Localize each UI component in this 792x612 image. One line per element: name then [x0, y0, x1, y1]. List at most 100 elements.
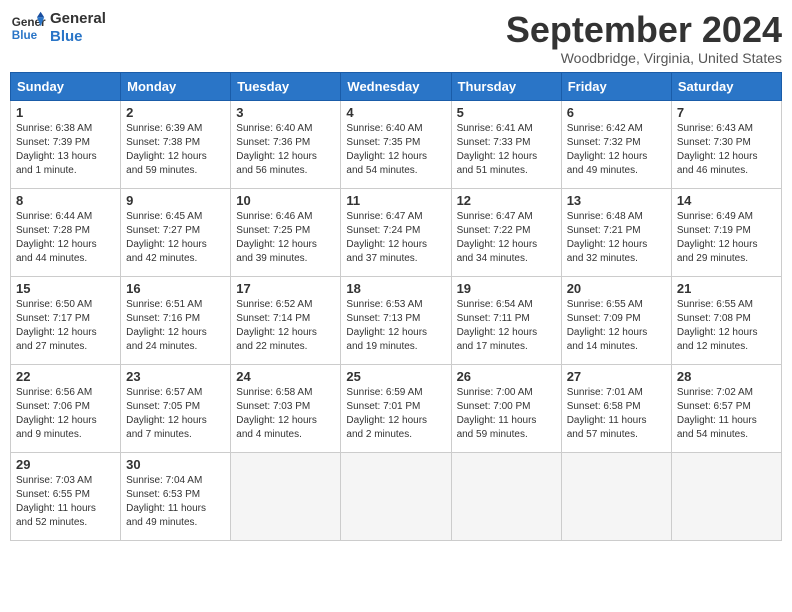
day-number: 5	[457, 105, 556, 120]
day-info: Sunrise: 6:54 AM Sunset: 7:11 PM Dayligh…	[457, 298, 556, 354]
day-cell-27: 27 Sunrise: 7:01 AM Sunset: 6:58 PM Dayli…	[561, 364, 671, 452]
empty-cell	[561, 452, 671, 540]
day-number: 30	[126, 457, 225, 472]
day-info: Sunrise: 6:56 AM Sunset: 7:06 PM Dayligh…	[16, 386, 115, 442]
day-cell-12: 12 Sunrise: 6:47 AM Sunset: 7:22 PM Dayli…	[451, 188, 561, 276]
day-number: 10	[236, 193, 335, 208]
calendar-week-2: 8 Sunrise: 6:44 AM Sunset: 7:28 PM Daylig…	[11, 188, 782, 276]
day-cell-18: 18 Sunrise: 6:53 AM Sunset: 7:13 PM Dayli…	[341, 276, 451, 364]
day-info: Sunrise: 6:39 AM Sunset: 7:38 PM Dayligh…	[126, 122, 225, 178]
day-info: Sunrise: 6:57 AM Sunset: 7:05 PM Dayligh…	[126, 386, 225, 442]
empty-cell	[231, 452, 341, 540]
day-number: 11	[346, 193, 445, 208]
day-info: Sunrise: 6:55 AM Sunset: 7:08 PM Dayligh…	[677, 298, 776, 354]
day-info: Sunrise: 6:45 AM Sunset: 7:27 PM Dayligh…	[126, 210, 225, 266]
title-block: September 2024 Woodbridge, Virginia, Uni…	[506, 10, 782, 66]
day-number: 6	[567, 105, 666, 120]
calendar-week-3: 15Sunrise: 6:50 AM Sunset: 7:17 PM Dayli…	[11, 276, 782, 364]
day-number: 12	[457, 193, 556, 208]
empty-cell	[341, 452, 451, 540]
day-cell-19: 19Sunrise: 6:54 AM Sunset: 7:11 PM Dayli…	[451, 276, 561, 364]
day-info: Sunrise: 6:42 AM Sunset: 7:32 PM Dayligh…	[567, 122, 666, 178]
day-cell-30: 30 Sunrise: 7:04 AM Sunset: 6:53 PM Dayli…	[121, 452, 231, 540]
day-cell-2: 2 Sunrise: 6:39 AM Sunset: 7:38 PM Daylig…	[121, 100, 231, 188]
logo: General Blue General Blue	[10, 10, 106, 46]
day-cell-13: 13Sunrise: 6:48 AM Sunset: 7:21 PM Dayli…	[561, 188, 671, 276]
day-number: 2	[126, 105, 225, 120]
svg-text:Blue: Blue	[12, 29, 38, 42]
calendar-week-1: 1 Sunrise: 6:38 AM Sunset: 7:39 PM Daylig…	[11, 100, 782, 188]
day-number: 27	[567, 369, 666, 384]
day-cell-24: 24 Sunrise: 6:58 AM Sunset: 7:03 PM Dayli…	[231, 364, 341, 452]
day-cell-14: 14Sunrise: 6:49 AM Sunset: 7:19 PM Dayli…	[671, 188, 781, 276]
day-cell-1: 1 Sunrise: 6:38 AM Sunset: 7:39 PM Daylig…	[11, 100, 121, 188]
logo-icon: General Blue	[10, 10, 46, 46]
header-friday: Friday	[561, 72, 671, 100]
day-info: Sunrise: 6:40 AM Sunset: 7:36 PM Dayligh…	[236, 122, 335, 178]
day-number: 3	[236, 105, 335, 120]
day-number: 28	[677, 369, 776, 384]
day-cell-8: 8 Sunrise: 6:44 AM Sunset: 7:28 PM Daylig…	[11, 188, 121, 276]
calendar-week-4: 22 Sunrise: 6:56 AM Sunset: 7:06 PM Dayli…	[11, 364, 782, 452]
day-number: 8	[16, 193, 115, 208]
day-info: Sunrise: 7:00 AM Sunset: 7:00 PM Dayligh…	[457, 386, 556, 442]
day-number: 26	[457, 369, 556, 384]
day-number: 21	[677, 281, 776, 296]
day-cell-17: 17 Sunrise: 6:52 AM Sunset: 7:14 PM Dayli…	[231, 276, 341, 364]
day-cell-21: 21 Sunrise: 6:55 AM Sunset: 7:08 PM Dayli…	[671, 276, 781, 364]
header-wednesday: Wednesday	[341, 72, 451, 100]
day-info: Sunrise: 6:47 AM Sunset: 7:24 PM Dayligh…	[346, 210, 445, 266]
day-cell-9: 9 Sunrise: 6:45 AM Sunset: 7:27 PM Daylig…	[121, 188, 231, 276]
day-cell-4: 4Sunrise: 6:40 AM Sunset: 7:35 PM Daylig…	[341, 100, 451, 188]
header-sunday: Sunday	[11, 72, 121, 100]
day-number: 23	[126, 369, 225, 384]
day-cell-28: 28 Sunrise: 7:02 AM Sunset: 6:57 PM Dayli…	[671, 364, 781, 452]
calendar-table: SundayMondayTuesdayWednesdayThursdayFrid…	[10, 72, 782, 541]
day-info: Sunrise: 6:44 AM Sunset: 7:28 PM Dayligh…	[16, 210, 115, 266]
day-info: Sunrise: 6:46 AM Sunset: 7:25 PM Dayligh…	[236, 210, 335, 266]
calendar-week-5: 29Sunrise: 7:03 AM Sunset: 6:55 PM Dayli…	[11, 452, 782, 540]
day-info: Sunrise: 6:41 AM Sunset: 7:33 PM Dayligh…	[457, 122, 556, 178]
day-number: 20	[567, 281, 666, 296]
day-number: 25	[346, 369, 445, 384]
day-info: Sunrise: 6:58 AM Sunset: 7:03 PM Dayligh…	[236, 386, 335, 442]
day-cell-7: 7 Sunrise: 6:43 AM Sunset: 7:30 PM Daylig…	[671, 100, 781, 188]
day-cell-15: 15Sunrise: 6:50 AM Sunset: 7:17 PM Dayli…	[11, 276, 121, 364]
day-number: 15	[16, 281, 115, 296]
day-info: Sunrise: 6:43 AM Sunset: 7:30 PM Dayligh…	[677, 122, 776, 178]
day-info: Sunrise: 7:04 AM Sunset: 6:53 PM Dayligh…	[126, 474, 225, 530]
day-number: 18	[346, 281, 445, 296]
day-cell-10: 10 Sunrise: 6:46 AM Sunset: 7:25 PM Dayli…	[231, 188, 341, 276]
day-info: Sunrise: 7:02 AM Sunset: 6:57 PM Dayligh…	[677, 386, 776, 442]
day-info: Sunrise: 6:52 AM Sunset: 7:14 PM Dayligh…	[236, 298, 335, 354]
header-tuesday: Tuesday	[231, 72, 341, 100]
day-number: 22	[16, 369, 115, 384]
day-cell-23: 23 Sunrise: 6:57 AM Sunset: 7:05 PM Dayli…	[121, 364, 231, 452]
day-number: 1	[16, 105, 115, 120]
day-number: 16	[126, 281, 225, 296]
calendar-header-row: SundayMondayTuesdayWednesdayThursdayFrid…	[11, 72, 782, 100]
empty-cell	[451, 452, 561, 540]
day-number: 24	[236, 369, 335, 384]
day-info: Sunrise: 6:53 AM Sunset: 7:13 PM Dayligh…	[346, 298, 445, 354]
day-number: 9	[126, 193, 225, 208]
day-number: 7	[677, 105, 776, 120]
month-title: September 2024	[506, 10, 782, 50]
day-info: Sunrise: 6:51 AM Sunset: 7:16 PM Dayligh…	[126, 298, 225, 354]
day-cell-26: 26 Sunrise: 7:00 AM Sunset: 7:00 PM Dayli…	[451, 364, 561, 452]
logo-general: General	[50, 10, 106, 28]
day-info: Sunrise: 6:38 AM Sunset: 7:39 PM Dayligh…	[16, 122, 115, 178]
empty-cell	[671, 452, 781, 540]
day-cell-5: 5 Sunrise: 6:41 AM Sunset: 7:33 PM Daylig…	[451, 100, 561, 188]
location-subtitle: Woodbridge, Virginia, United States	[506, 50, 782, 66]
day-cell-16: 16 Sunrise: 6:51 AM Sunset: 7:16 PM Dayli…	[121, 276, 231, 364]
header-monday: Monday	[121, 72, 231, 100]
day-number: 17	[236, 281, 335, 296]
day-info: Sunrise: 7:03 AM Sunset: 6:55 PM Dayligh…	[16, 474, 115, 530]
day-info: Sunrise: 6:55 AM Sunset: 7:09 PM Dayligh…	[567, 298, 666, 354]
day-info: Sunrise: 6:47 AM Sunset: 7:22 PM Dayligh…	[457, 210, 556, 266]
day-info: Sunrise: 7:01 AM Sunset: 6:58 PM Dayligh…	[567, 386, 666, 442]
day-info: Sunrise: 6:59 AM Sunset: 7:01 PM Dayligh…	[346, 386, 445, 442]
day-number: 14	[677, 193, 776, 208]
day-cell-11: 11 Sunrise: 6:47 AM Sunset: 7:24 PM Dayli…	[341, 188, 451, 276]
